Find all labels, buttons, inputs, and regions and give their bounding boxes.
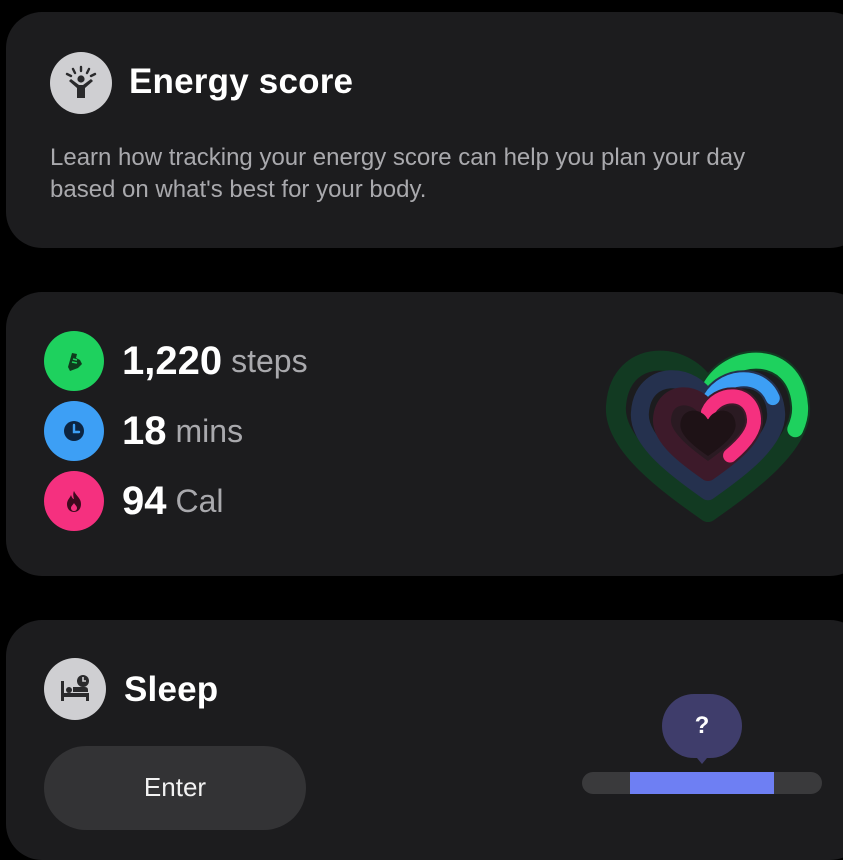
steps-unit: steps (231, 342, 308, 379)
sleep-title: Sleep (124, 670, 219, 709)
sleep-bar-track (582, 772, 822, 794)
activity-rings (605, 350, 811, 522)
sleep-help-button[interactable]: ? (662, 694, 742, 758)
activity-card[interactable]: 1,220 steps 18 mins 94 Cal (6, 292, 843, 576)
stat-cal: 94 Cal (44, 470, 224, 532)
stat-steps: 1,220 steps (44, 330, 308, 392)
person-sunrise-icon (50, 52, 112, 114)
cal-value: 94 (122, 478, 167, 523)
stat-mins: 18 mins (44, 400, 243, 462)
energy-score-description: Learn how tracking your energy score can… (50, 144, 746, 203)
mins-unit: mins (175, 412, 244, 449)
cal-unit: Cal (175, 482, 224, 519)
sleep-bar-fill (630, 772, 774, 794)
steps-value: 1,220 (122, 338, 223, 383)
mins-value: 18 (122, 408, 167, 453)
shoe-icon (44, 331, 104, 391)
sleep-card[interactable]: Sleep Enter ? (6, 620, 843, 860)
enter-sleep-button[interactable]: Enter (44, 746, 306, 830)
help-bubble-tail (692, 752, 712, 764)
clock-icon (44, 401, 104, 461)
energy-score-card[interactable]: Energy score Learn how tracking your ene… (6, 12, 843, 248)
bed-icon (44, 658, 106, 720)
energy-score-title: Energy score (129, 62, 354, 101)
flame-icon (44, 471, 104, 531)
